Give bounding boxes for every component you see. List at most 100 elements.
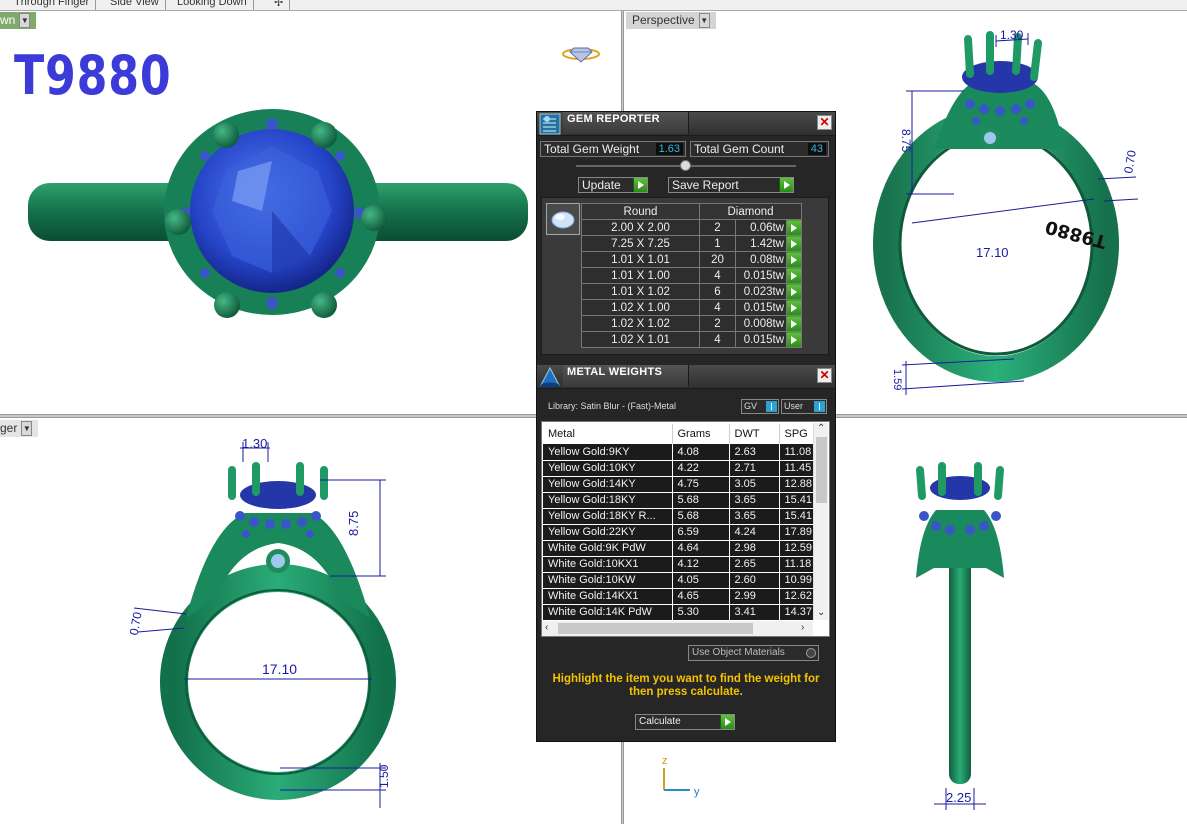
front-view-ring-render[interactable]: 17.10 8.75 1.30 0.70 1.50 bbox=[0, 418, 621, 824]
metal-dwt: 3.41 bbox=[729, 604, 780, 621]
play-icon[interactable] bbox=[786, 299, 802, 316]
scroll-down-icon[interactable]: ⌄ bbox=[817, 607, 825, 619]
metal-row[interactable]: Yellow Gold:22KY 6.59 4.24 17.89 bbox=[543, 524, 824, 541]
play-icon[interactable] bbox=[786, 251, 802, 268]
tab-through-finger[interactable]: Through Finger bbox=[8, 0, 97, 10]
scroll-left-icon[interactable]: ‹ bbox=[545, 622, 548, 634]
metal-row[interactable]: White Gold:9K PdW 4.64 2.98 12.59 bbox=[543, 540, 824, 557]
user-label: User bbox=[784, 401, 804, 411]
metal-name: White Gold:14K PdW bbox=[543, 604, 673, 621]
metal-dwt: 3.65 bbox=[729, 492, 780, 509]
tab-side-view[interactable]: Side View bbox=[104, 0, 166, 10]
chevron-down-icon[interactable]: ▼ bbox=[698, 13, 710, 28]
metal-row[interactable]: White Gold:10KX1 4.12 2.65 11.18 bbox=[543, 556, 824, 573]
metal-weights-header[interactable]: METAL WEIGHTS ✕ bbox=[537, 365, 835, 389]
round-gem-icon[interactable] bbox=[546, 203, 580, 235]
metal-dwt: 3.05 bbox=[729, 476, 780, 493]
gem-row[interactable]: 2.00 X 2.00 2 0.06tw bbox=[581, 219, 802, 236]
gem-row[interactable]: 7.25 X 7.25 1 1.42tw bbox=[581, 235, 802, 252]
metal-grams: 6.59 bbox=[672, 524, 730, 541]
update-button[interactable]: Update bbox=[578, 177, 648, 193]
metal-table-vertical-scrollbar[interactable]: ⌃ ⌄ bbox=[813, 423, 828, 620]
metal-grams: 4.12 bbox=[672, 556, 730, 573]
user-toggle[interactable]: User bbox=[781, 399, 827, 414]
gem-row[interactable]: 1.02 X 1.02 2 0.008tw bbox=[581, 315, 802, 332]
metal-row[interactable]: Yellow Gold:9KY 4.08 2.63 11.08 bbox=[543, 444, 824, 461]
gem-size: 7.25 X 7.25 bbox=[581, 235, 700, 252]
top-view-ring-render[interactable] bbox=[0, 11, 621, 414]
gem-shape-header: Round bbox=[581, 203, 700, 220]
metal-dwt: 2.65 bbox=[729, 556, 780, 573]
metal-dwt: 2.63 bbox=[729, 444, 780, 461]
metal-row[interactable]: White Gold:14KX1 4.65 2.99 12.62 bbox=[543, 588, 824, 605]
play-icon bbox=[633, 178, 647, 192]
metal-column-header[interactable]: Metal bbox=[543, 424, 673, 444]
gem-weight: 1.42tw bbox=[735, 235, 787, 252]
metal-row[interactable]: White Gold:10KW 4.05 2.60 10.99 bbox=[543, 572, 824, 589]
metal-row[interactable]: Yellow Gold:14KY 4.75 3.05 12.88 bbox=[543, 476, 824, 493]
play-icon[interactable] bbox=[786, 267, 802, 284]
gem-reporter-header[interactable]: GEM REPORTER ✕ bbox=[537, 112, 835, 136]
metal-name: Yellow Gold:9KY bbox=[543, 444, 673, 461]
close-icon[interactable]: ✕ bbox=[817, 115, 832, 130]
use-object-materials-toggle[interactable]: Use Object Materials bbox=[688, 645, 819, 661]
play-icon[interactable] bbox=[786, 219, 802, 236]
add-tab-icon[interactable]: ✢ bbox=[268, 0, 291, 10]
gem-weight: 0.015tw bbox=[735, 299, 787, 316]
gv-toggle[interactable]: GV bbox=[741, 399, 779, 414]
metal-row[interactable]: Yellow Gold:18KY 5.68 3.65 15.41 bbox=[543, 492, 824, 509]
viewport-label-perspective[interactable]: Perspective ▼ bbox=[626, 12, 716, 29]
scroll-up-icon[interactable]: ⌃ bbox=[817, 423, 825, 435]
calculate-button[interactable]: Calculate bbox=[635, 714, 735, 730]
metal-name: Yellow Gold:10KY bbox=[543, 460, 673, 477]
gem-row[interactable]: 1.02 X 1.00 4 0.015tw bbox=[581, 299, 802, 316]
metal-grams: 4.65 bbox=[672, 588, 730, 605]
gem-table: Round Diamond 2.00 X 2.00 2 0.06tw 7.25 X 7… bbox=[581, 203, 802, 348]
play-icon[interactable] bbox=[786, 331, 802, 348]
info-icon bbox=[814, 401, 825, 412]
metal-table-container[interactable]: Metal Grams DWT SPG Yellow Gold:9KY 4.08 2… bbox=[541, 421, 830, 637]
metal-grams: 5.68 bbox=[672, 492, 730, 509]
gem-size: 1.01 X 1.01 bbox=[581, 251, 700, 268]
metal-name: White Gold:9K PdW bbox=[543, 540, 673, 557]
gem-row[interactable]: 1.02 X 1.01 4 0.015tw bbox=[581, 331, 802, 348]
metal-dwt: 3.65 bbox=[729, 508, 780, 525]
gem-weight: 0.08tw bbox=[735, 251, 787, 268]
use-object-materials-label: Use Object Materials bbox=[692, 647, 785, 658]
gem-weight: 0.06tw bbox=[735, 219, 787, 236]
metal-dwt: 2.71 bbox=[729, 460, 780, 477]
scrollbar-thumb[interactable] bbox=[816, 437, 827, 503]
metal-name: White Gold:10KX1 bbox=[543, 556, 673, 573]
metal-grams: 4.08 bbox=[672, 444, 730, 461]
metal-grams: 4.64 bbox=[672, 540, 730, 557]
gem-quantity: 4 bbox=[699, 267, 736, 284]
metal-name: Yellow Gold:14KY bbox=[543, 476, 673, 493]
metal-table-horizontal-scrollbar[interactable]: ‹ › bbox=[542, 621, 813, 636]
metal-row[interactable]: Yellow Gold:10KY 4.22 2.71 11.45 bbox=[543, 460, 824, 477]
metal-grams: 4.22 bbox=[672, 460, 730, 477]
metal-name: Yellow Gold:18KY bbox=[543, 492, 673, 509]
tab-looking-down[interactable]: Looking Down bbox=[171, 0, 254, 10]
gem-row[interactable]: 1.01 X 1.00 4 0.015tw bbox=[581, 267, 802, 284]
gem-quantity: 20 bbox=[699, 251, 736, 268]
play-icon[interactable] bbox=[786, 235, 802, 252]
dwt-column-header[interactable]: DWT bbox=[729, 424, 780, 444]
metal-dwt: 2.60 bbox=[729, 572, 780, 589]
metal-row[interactable]: White Gold:14K PdW 5.30 3.41 14.37 bbox=[543, 604, 824, 621]
save-report-button[interactable]: Save Report bbox=[668, 177, 794, 193]
play-icon[interactable] bbox=[786, 315, 802, 332]
grams-column-header[interactable]: Grams bbox=[672, 424, 730, 444]
total-gem-weight-value: 1.63 bbox=[655, 143, 683, 155]
gem-row[interactable]: 1.01 X 1.01 20 0.08tw bbox=[581, 251, 802, 268]
panel-slider-handle[interactable] bbox=[680, 160, 691, 171]
play-icon[interactable] bbox=[786, 283, 802, 300]
metal-dwt: 2.99 bbox=[729, 588, 780, 605]
close-icon[interactable]: ✕ bbox=[817, 368, 832, 383]
metal-grams: 4.05 bbox=[672, 572, 730, 589]
gem-row[interactable]: 1.01 X 1.02 6 0.023tw bbox=[581, 283, 802, 300]
scrollbar-thumb[interactable] bbox=[558, 623, 753, 634]
gem-size: 1.02 X 1.00 bbox=[581, 299, 700, 316]
scroll-right-icon[interactable]: › bbox=[801, 622, 804, 634]
metal-row[interactable]: Yellow Gold:18KY R... 5.68 3.65 15.41 bbox=[543, 508, 824, 525]
gem-weight: 0.023tw bbox=[735, 283, 787, 300]
